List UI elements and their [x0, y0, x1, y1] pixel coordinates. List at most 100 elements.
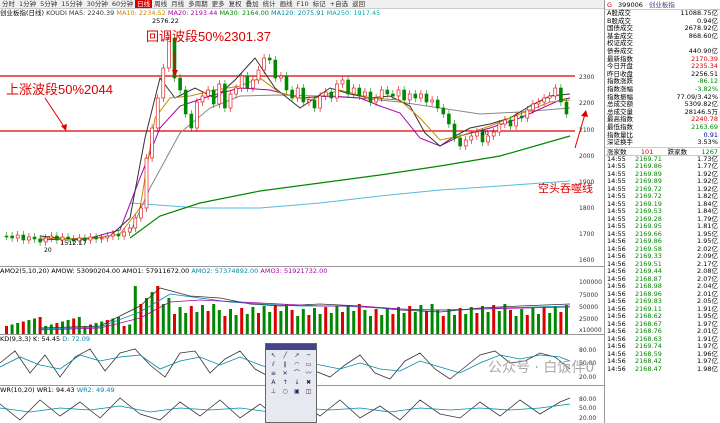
volume-bar [397, 307, 400, 334]
toolbar-item[interactable]: +自选 [328, 0, 350, 8]
ma-info-line: 创业板指(日线) KOUDI MA5: 2240.39 MA10: 2234.5… [0, 9, 604, 18]
wr1-value: WR1: 94.43 [36, 386, 75, 394]
toolbar-item[interactable]: 叠加 [244, 0, 261, 8]
volume-bar [229, 309, 232, 334]
ellipse-tool-icon[interactable]: ○ [280, 388, 291, 396]
wave-tool-icon[interactable]: 〰 [303, 370, 314, 378]
kd-title: KD(9,3,3) [0, 335, 31, 343]
line-tool-icon[interactable]: ╱ [280, 352, 291, 360]
volume-bar [380, 315, 384, 334]
arc-tool-icon[interactable]: ◠ [292, 361, 303, 369]
hline-tool-icon[interactable]: ─ [303, 352, 314, 360]
price-chart[interactable]: 2300 2200 2100 2000 1900 1800 1700 1600 [0, 18, 604, 266]
toolbar-item[interactable]: 1分钟 [17, 0, 38, 8]
mid-day-label: 20 [481, 130, 489, 137]
stat-value: 3.53% [697, 138, 718, 147]
period-toolbar: 分时 1分钟 5分钟 15分钟 30分钟 60分钟 日线 周线 月线 多周期 更多 复权 叠加 统计 画线 F… [0, 0, 604, 9]
pointer-tool-icon[interactable]: ↖ [268, 352, 279, 360]
candle-body [396, 89, 401, 97]
candle-body [447, 113, 451, 125]
candle-body [223, 83, 227, 109]
toolbar-item[interactable]: 60分钟 [110, 0, 135, 8]
toolbar-item[interactable]: 周线 [152, 0, 169, 8]
toolbar-item[interactable]: 更多 [210, 0, 227, 8]
volume-bar [133, 286, 137, 334]
text-tool-icon[interactable]: A [268, 379, 279, 387]
channel-tool-icon[interactable]: ⫽ [268, 361, 279, 369]
toolbar-item[interactable]: 标记 [311, 0, 328, 8]
volume-bar [425, 311, 428, 334]
candle-body [413, 93, 418, 99]
candle-body [340, 79, 345, 85]
candle-body [295, 87, 300, 99]
volume-bar [273, 305, 277, 334]
toolbar-item[interactable]: 分时 [0, 0, 17, 8]
candle-body [10, 235, 14, 239]
candle-body [49, 235, 54, 239]
candle-body [458, 137, 462, 147]
toolbar-item[interactable]: 返回 [350, 0, 367, 8]
volume-bar [430, 304, 434, 334]
volume-bar [548, 313, 552, 334]
cycle-tool-icon[interactable]: ⌒ [292, 370, 303, 378]
candle-body [217, 83, 222, 105]
volume-bar [497, 311, 501, 334]
toolbar-item[interactable]: 日线 [135, 0, 153, 8]
ma250-value: MA250: 1917.45 [326, 9, 381, 17]
drawing-toolbox[interactable]: ↖ ╱ ↗ ─ ⫽ ∥ ◠ ▭ ≡ ✕ ⌒ 〰 A ↑ ↓ ✖ ⊥ ○ ▣ ◫ [265, 343, 317, 423]
volume-bar [245, 314, 249, 334]
wr-tick-20: 20.00 [579, 415, 596, 422]
wr-title: WR(10,20) [0, 386, 35, 394]
volume-bar [61, 321, 64, 334]
candle-body [88, 236, 93, 241]
volume-bar [161, 304, 165, 334]
ray-tool-icon[interactable]: ↗ [292, 352, 303, 360]
candle-body [234, 87, 238, 95]
volume-bar [139, 304, 143, 334]
ruler-tool-icon[interactable]: ⊥ [268, 388, 279, 396]
arrow-down-tool-icon[interactable]: ↓ [292, 379, 303, 387]
tick-list[interactable]: 14:55 2169.71 1.73亿 14:55 2169.86 1.77亿 14:55 2… [605, 155, 720, 374]
volume-bar [38, 317, 42, 334]
candle-body [307, 99, 311, 103]
fib-tool-icon[interactable]: ≡ [268, 370, 279, 378]
stat-label: 深证换手 [607, 138, 633, 147]
volume-bar [324, 307, 328, 334]
candle-body [351, 87, 356, 95]
candle-body [491, 131, 496, 137]
toolbar-item[interactable]: 多周期 [186, 0, 210, 8]
toolbar-item[interactable]: 15分钟 [59, 0, 84, 8]
volume-bar [21, 321, 25, 334]
candle-body [144, 157, 149, 209]
candle-body [94, 236, 98, 240]
candle-body [133, 217, 138, 229]
gann-tool-icon[interactable]: ✕ [280, 370, 291, 378]
volume-bar [156, 286, 160, 334]
parallel-tool-icon[interactable]: ∥ [280, 361, 291, 369]
index-stats: A股成交 11088.75亿 B股成交 0.94亿 国债成交 2678.92亿 基金成交 86… [605, 9, 720, 147]
volume-bar [234, 315, 238, 334]
toolbar-item[interactable]: 30分钟 [85, 0, 110, 8]
rise-count-label: 涨家数 [607, 147, 627, 156]
toolbar-item[interactable]: 5分钟 [38, 0, 59, 8]
volume-bar [475, 313, 479, 334]
delete-tool-icon[interactable]: ✖ [303, 379, 314, 387]
arrow-up-tool-icon[interactable]: ↑ [280, 379, 291, 387]
toolbar-item[interactable]: 统计 [261, 0, 278, 8]
price-tick-1700: 1700 [579, 231, 594, 238]
toolbar-item[interactable]: F10 [295, 0, 311, 8]
amo-chart[interactable]: 100000 75000 50000 25000 x10000 [0, 276, 604, 334]
toolbar-item[interactable]: 复权 [227, 0, 244, 8]
volume-bar [374, 309, 378, 334]
toolbar-item[interactable]: 画线 [278, 0, 295, 8]
lock-tool-icon[interactable]: ▣ [292, 388, 303, 396]
volume-bar [318, 314, 322, 334]
volume-bar [217, 310, 221, 334]
candle-body [251, 79, 255, 89]
amo-title: AMO2(5,10,20) [0, 267, 50, 275]
candle-body [27, 236, 31, 241]
toolbar-item[interactable]: 月线 [169, 0, 186, 8]
rect-tool-icon[interactable]: ▭ [303, 361, 314, 369]
hide-tool-icon[interactable]: ◫ [303, 388, 314, 396]
volume-bar [329, 313, 333, 334]
